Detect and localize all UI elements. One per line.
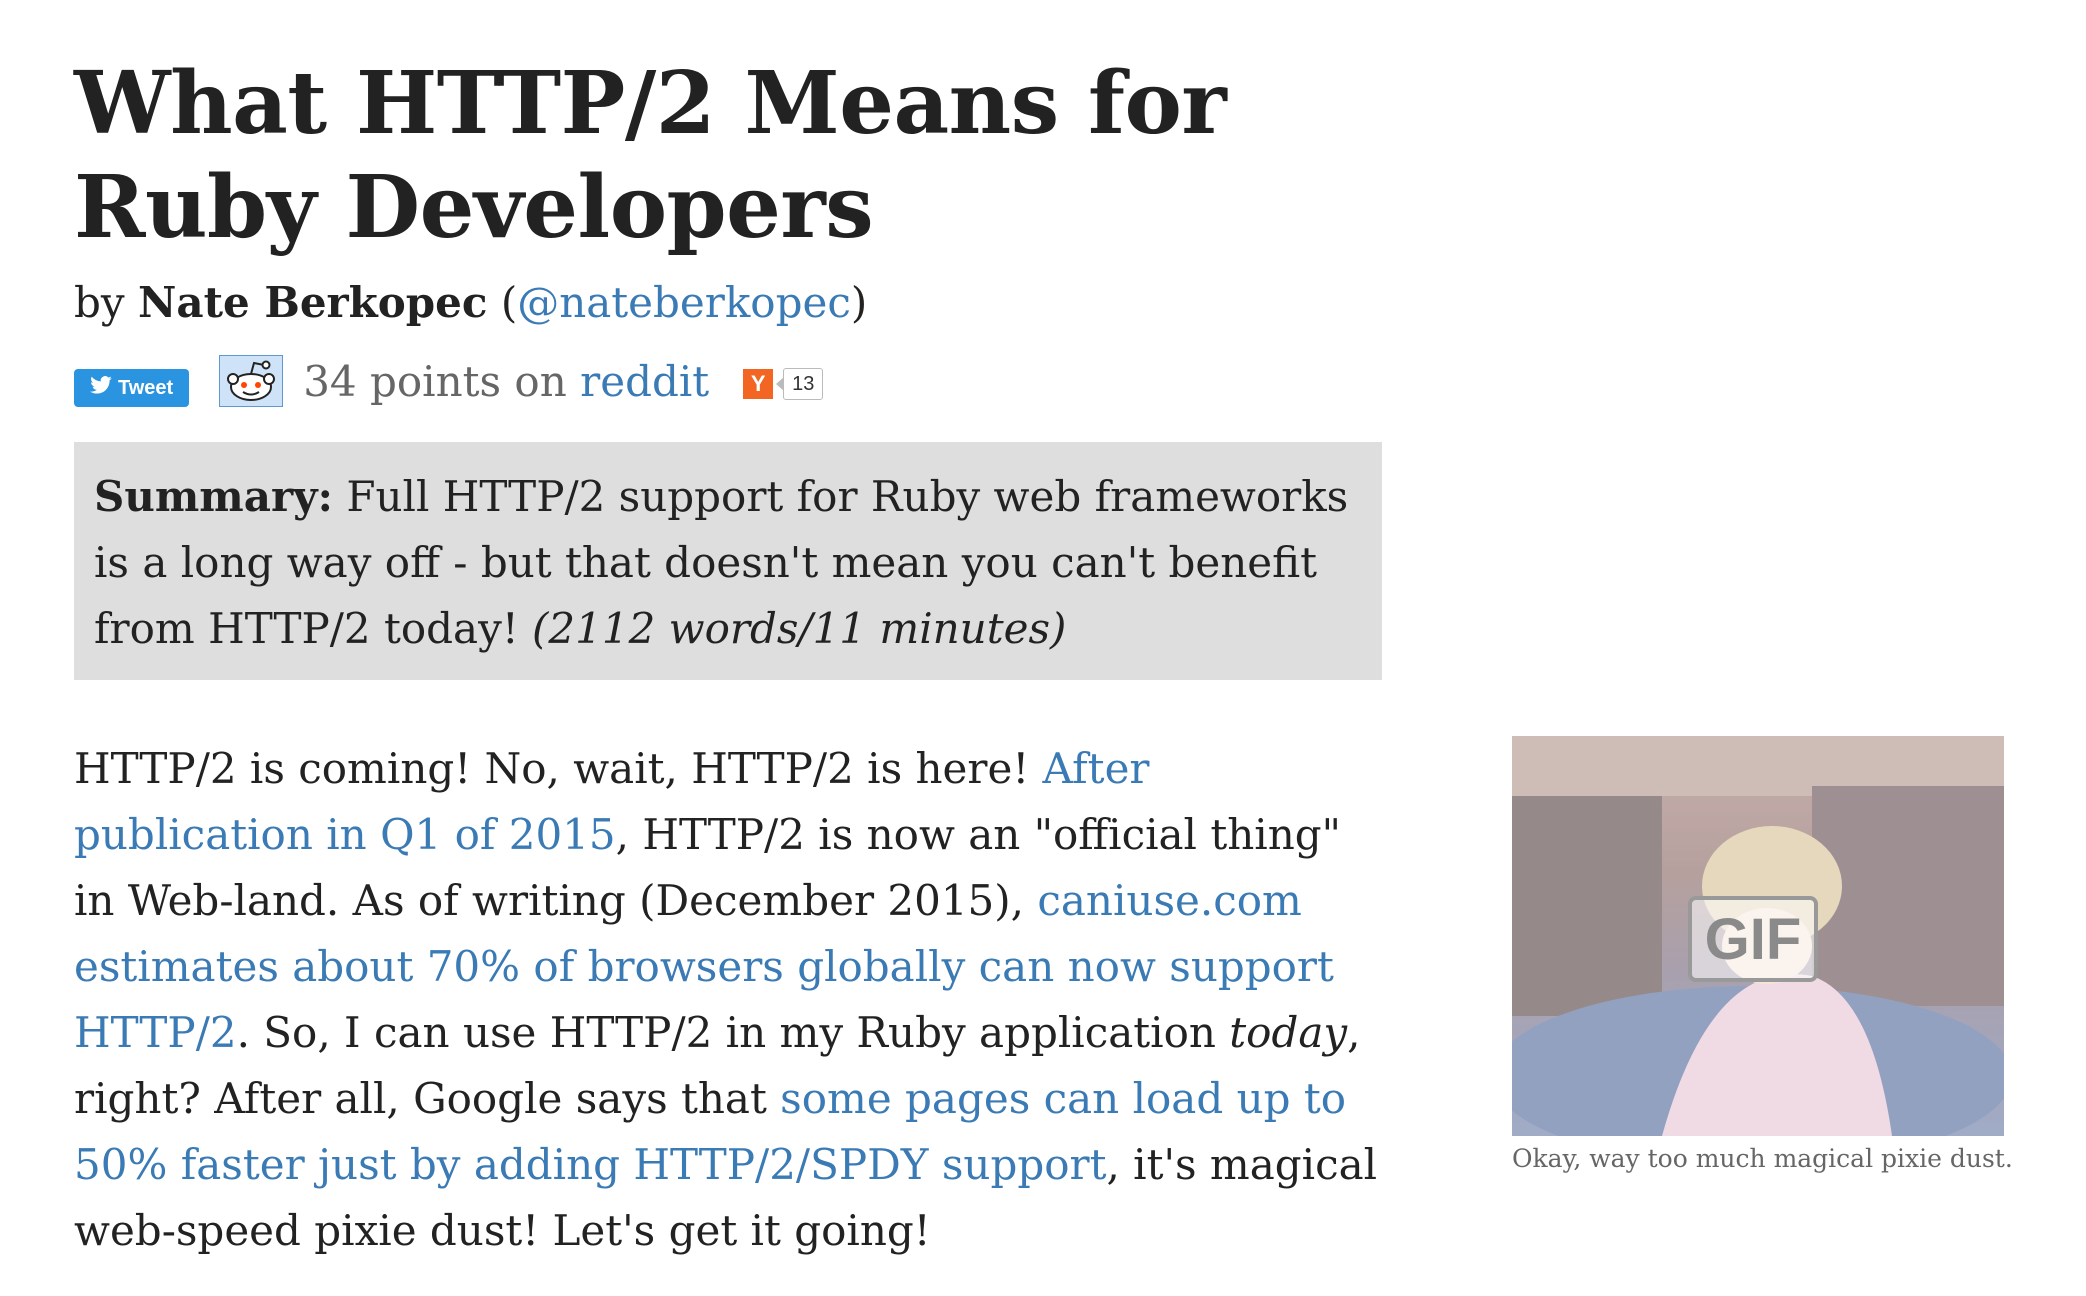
pixie-dust-gif[interactable]: GIF [1512, 736, 2004, 1136]
byline-close-paren: ) [850, 278, 868, 327]
byline: by Nate Berkopec (@nateberkopec) [74, 278, 867, 328]
figure-caption: Okay, way too much magical pixie dust. [1512, 1144, 2013, 1173]
paragraph-text-1: HTTP/2 is coming! No, wait, HTTP/2 is he… [74, 744, 1043, 793]
reddit-points-text: 34 points on [303, 356, 567, 406]
byline-open-paren: ( [487, 278, 518, 327]
emphasis-today: today [1229, 1008, 1348, 1057]
summary-box: Summary: Full HTTP/2 support for Ruby we… [74, 442, 1382, 680]
reddit-link[interactable]: reddit [580, 357, 709, 406]
byline-by: by [74, 278, 125, 327]
intro-paragraph: HTTP/2 is coming! No, wait, HTTP/2 is he… [74, 736, 1394, 1264]
reddit-points: 34 points on reddit [303, 357, 709, 406]
tweet-label: Tweet [118, 376, 174, 399]
author-name: Nate Berkopec [137, 278, 488, 327]
gif-figure: GIF Okay, way too much magical pixie dus… [1512, 736, 2013, 1173]
tweet-button[interactable]: Tweet [74, 369, 190, 407]
paragraph-text-3: . So, I can use HTTP/2 in my Ruby applic… [236, 1008, 1230, 1057]
hacker-news-count[interactable]: 13 [776, 368, 824, 400]
twitter-bird-icon [90, 376, 112, 400]
summary-label: Summary: [94, 472, 333, 521]
reading-time: (2112 words/11 minutes) [532, 604, 1067, 653]
author-twitter-link[interactable]: @nateberkopec [517, 278, 851, 327]
page-title: What HTTP/2 Means for Ruby Developers [74, 53, 1227, 258]
hacker-news-icon[interactable]: Y [743, 369, 774, 399]
share-bar: Tweet 34 points on reddit Y 13 [74, 346, 824, 416]
reddit-alien-icon[interactable] [218, 354, 285, 408]
gif-badge: GIF [1688, 896, 1818, 982]
